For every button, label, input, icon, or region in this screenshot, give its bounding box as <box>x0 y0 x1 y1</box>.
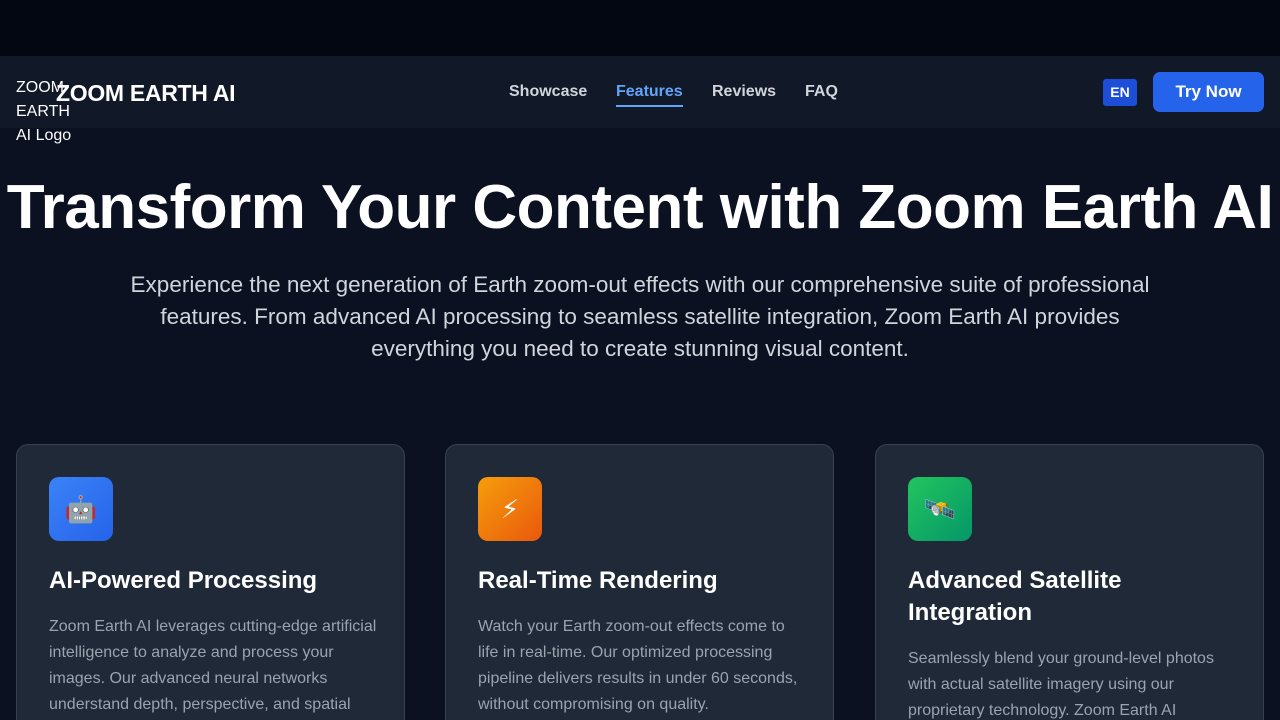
satellite-icon: 🛰️ <box>908 477 972 541</box>
try-now-button[interactable]: Try Now <box>1153 72 1264 112</box>
feature-title: Advanced Satellite Integration <box>908 567 1122 626</box>
hero-title: Transform Your Content with Zoom Earth A… <box>6 173 1274 242</box>
feature-description: Seamlessly blend your ground-level photo… <box>908 650 1214 719</box>
feature-title: AI-Powered Processing <box>49 567 318 594</box>
site-header: ZOOM EARTH AI Logo ZOOM EARTH AI Showcas… <box>0 56 1280 144</box>
robot-icon: 🤖 <box>49 477 113 541</box>
top-spacer-bar <box>0 0 1280 56</box>
lightning-icon: ⚡ <box>478 477 542 541</box>
feature-card-real-time-rendering: ⚡ Real-Time Rendering Watch your Earth z… <box>445 444 834 720</box>
feature-description: Watch your Earth zoom-out effects come t… <box>478 618 798 713</box>
feature-title: Real-Time Rendering <box>478 567 718 594</box>
feature-card-satellite-integration: 🛰️ Advanced Satellite Integration Seamle… <box>875 444 1264 720</box>
language-selector[interactable]: EN <box>1103 79 1137 106</box>
main-nav: Showcase Features Reviews FAQ <box>0 80 1280 107</box>
nav-item-reviews[interactable]: Reviews <box>712 80 776 104</box>
nav-item-features[interactable]: Features <box>616 80 683 107</box>
feature-card-ai-processing: 🤖 AI-Powered Processing Zoom Earth AI le… <box>16 444 405 720</box>
nav-item-showcase[interactable]: Showcase <box>509 80 587 104</box>
nav-item-faq[interactable]: FAQ <box>805 80 838 104</box>
hero-subtitle: Experience the next generation of Earth … <box>130 272 1150 361</box>
feature-description: Zoom Earth AI leverages cutting-edge art… <box>49 618 377 713</box>
